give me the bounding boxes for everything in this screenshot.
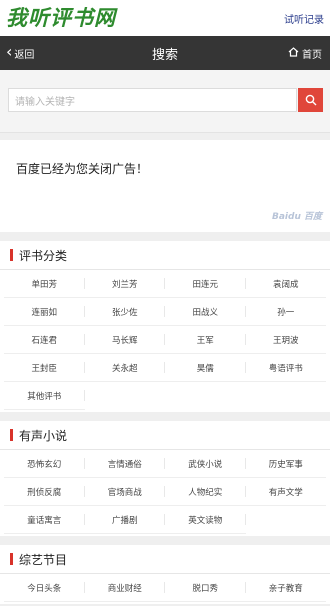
category-item[interactable]: 历史军事 [245,450,326,478]
baidu-logo: Baidu 百度 [271,212,322,222]
section-pingshu-categories: 评书分类 单田芳 刘兰芳 田连元 袁阔成 连丽如 张少佐 田战义 孙一 石连君 … [0,241,330,412]
section-title: 评书分类 [19,248,68,263]
category-item[interactable]: 有声文学 [245,478,326,506]
section-audio-novels: 有声小说 恐怖玄幻 言情通俗 武侠小说 历史军事 刑侦反腐 官场商战 人物纪实 … [0,421,330,536]
site-logo[interactable]: 我听评书网 [6,2,116,32]
section-accent-bar [10,553,13,565]
category-item[interactable]: 其他评书 [4,382,85,410]
home-button[interactable]: 首页 [288,36,322,70]
category-item[interactable]: 关永超 [84,354,165,382]
category-item[interactable]: 刑侦反腐 [4,478,85,506]
search-icon [305,91,317,110]
category-item[interactable]: 刘兰芳 [84,270,165,298]
category-item[interactable]: 童话寓言 [4,506,85,534]
category-item[interactable]: 今日头条 [4,574,85,602]
top-header: 我听评书网 试听记录 [0,0,330,36]
ad-blocked-notice: 百度已经为您关闭广告！ Baidu 百度 [0,140,330,232]
home-icon [288,46,299,60]
section-accent-bar [10,429,13,441]
section-accent-bar [10,249,13,261]
page-title: 搜索 [151,47,178,63]
category-item[interactable]: 孙一 [245,298,326,326]
category-item[interactable]: 袁阔成 [245,270,326,298]
category-item[interactable]: 商业财经 [84,574,165,602]
category-item[interactable]: 人物纪实 [165,478,246,506]
section-title: 综艺节目 [19,552,68,567]
category-item[interactable]: 连丽如 [4,298,85,326]
category-item[interactable]: 王玥波 [245,326,326,354]
category-item[interactable]: 田连元 [165,270,246,298]
section-header: 评书分类 [0,241,330,270]
search-button[interactable] [298,88,323,112]
section-variety-shows: 综艺节目 今日头条 商业财经 脱口秀 亲子教育 [0,545,330,604]
category-grid: 恐怖玄幻 言情通俗 武侠小说 历史军事 刑侦反腐 官场商战 人物纪实 有声文学 … [0,450,330,534]
category-item[interactable]: 脱口秀 [165,574,246,602]
ad-closed-text: 百度已经为您关闭广告！ [16,162,149,176]
section-header: 综艺节目 [0,545,330,574]
category-item[interactable]: 昊儒 [165,354,246,382]
category-item[interactable]: 马长辉 [84,326,165,354]
category-item[interactable]: 王军 [165,326,246,354]
search-input[interactable]: 请输入关键字 [8,88,297,112]
category-item[interactable]: 石连君 [4,326,85,354]
listen-history-link[interactable]: 试听记录 [284,11,324,26]
category-item[interactable]: 恐怖玄幻 [4,450,85,478]
category-grid: 今日头条 商业财经 脱口秀 亲子教育 [0,574,330,602]
category-item[interactable]: 官场商战 [84,478,165,506]
section-header: 有声小说 [0,421,330,450]
category-item[interactable]: 单田芳 [4,270,85,298]
category-item[interactable]: 英文读物 [165,506,246,534]
category-item[interactable]: 田战义 [165,298,246,326]
category-item[interactable]: 言情通俗 [84,450,165,478]
category-item[interactable]: 张少佐 [84,298,165,326]
section-title: 有声小说 [19,428,68,443]
category-item[interactable]: 粤语评书 [245,354,326,382]
search-area: 请输入关键字 [0,70,330,133]
home-label: 首页 [302,49,322,61]
category-item[interactable]: 广播剧 [84,506,165,534]
nav-bar: ‹ 返回 搜索 首页 [0,36,330,70]
category-item[interactable]: 王封臣 [4,354,85,382]
category-item[interactable]: 武侠小说 [165,450,246,478]
category-item[interactable]: 亲子教育 [245,574,326,602]
category-grid: 单田芳 刘兰芳 田连元 袁阔成 连丽如 张少佐 田战义 孙一 石连君 马长辉 王… [0,270,330,410]
